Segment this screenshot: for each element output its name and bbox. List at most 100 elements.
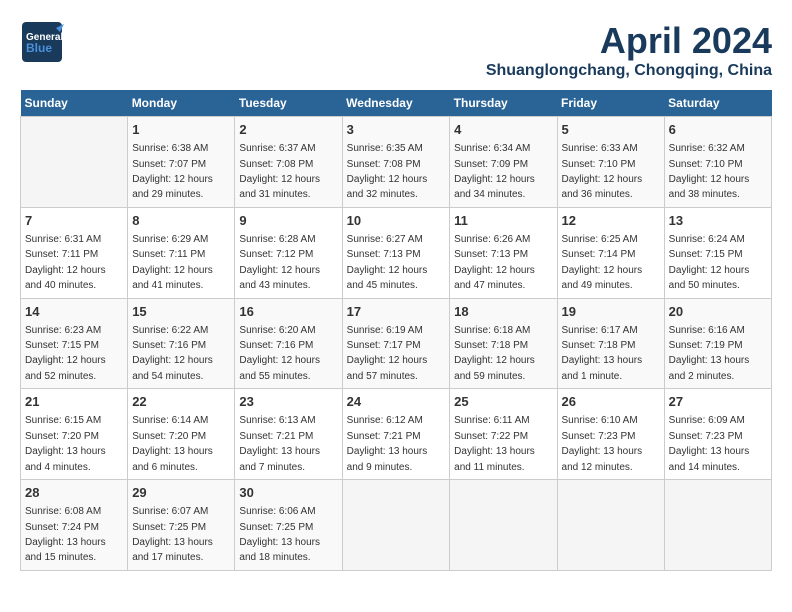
calendar-week-row: 14 Sunrise: 6:23 AMSunset: 7:15 PMDaylig… bbox=[21, 298, 772, 389]
calendar-cell: 25 Sunrise: 6:11 AMSunset: 7:22 PMDaylig… bbox=[450, 389, 557, 480]
calendar-cell: 4 Sunrise: 6:34 AMSunset: 7:09 PMDayligh… bbox=[450, 117, 557, 208]
day-number: 5 bbox=[562, 121, 660, 139]
header-monday: Monday bbox=[128, 90, 235, 117]
day-info: Sunrise: 6:07 AMSunset: 7:25 PMDaylight:… bbox=[132, 506, 213, 563]
day-number: 25 bbox=[454, 393, 552, 411]
calendar-cell: 23 Sunrise: 6:13 AMSunset: 7:21 PMDaylig… bbox=[235, 389, 342, 480]
day-number: 17 bbox=[347, 303, 446, 321]
day-info: Sunrise: 6:16 AMSunset: 7:19 PMDaylight:… bbox=[669, 325, 750, 382]
day-number: 7 bbox=[25, 212, 123, 230]
day-number: 11 bbox=[454, 212, 552, 230]
calendar-week-row: 28 Sunrise: 6:08 AMSunset: 7:24 PMDaylig… bbox=[21, 480, 772, 571]
day-info: Sunrise: 6:35 AMSunset: 7:08 PMDaylight:… bbox=[347, 143, 428, 200]
day-number: 2 bbox=[239, 121, 337, 139]
day-info: Sunrise: 6:15 AMSunset: 7:20 PMDaylight:… bbox=[25, 415, 106, 472]
page-header: General Blue April 2024 Shuanglongchang,… bbox=[20, 20, 772, 80]
day-number: 24 bbox=[347, 393, 446, 411]
day-number: 26 bbox=[562, 393, 660, 411]
day-info: Sunrise: 6:19 AMSunset: 7:17 PMDaylight:… bbox=[347, 325, 428, 382]
day-number: 1 bbox=[132, 121, 230, 139]
day-info: Sunrise: 6:08 AMSunset: 7:24 PMDaylight:… bbox=[25, 506, 106, 563]
calendar-cell: 2 Sunrise: 6:37 AMSunset: 7:08 PMDayligh… bbox=[235, 117, 342, 208]
calendar-cell: 12 Sunrise: 6:25 AMSunset: 7:14 PMDaylig… bbox=[557, 207, 664, 298]
calendar-cell: 29 Sunrise: 6:07 AMSunset: 7:25 PMDaylig… bbox=[128, 480, 235, 571]
day-info: Sunrise: 6:23 AMSunset: 7:15 PMDaylight:… bbox=[25, 325, 106, 382]
calendar-cell: 18 Sunrise: 6:18 AMSunset: 7:18 PMDaylig… bbox=[450, 298, 557, 389]
day-number: 4 bbox=[454, 121, 552, 139]
day-number: 15 bbox=[132, 303, 230, 321]
calendar-cell bbox=[21, 117, 128, 208]
day-number: 12 bbox=[562, 212, 660, 230]
calendar-cell: 30 Sunrise: 6:06 AMSunset: 7:25 PMDaylig… bbox=[235, 480, 342, 571]
calendar-cell: 9 Sunrise: 6:28 AMSunset: 7:12 PMDayligh… bbox=[235, 207, 342, 298]
calendar-header-row: Sunday Monday Tuesday Wednesday Thursday… bbox=[21, 90, 772, 117]
calendar-cell: 11 Sunrise: 6:26 AMSunset: 7:13 PMDaylig… bbox=[450, 207, 557, 298]
day-info: Sunrise: 6:37 AMSunset: 7:08 PMDaylight:… bbox=[239, 143, 320, 200]
calendar-cell bbox=[450, 480, 557, 571]
day-number: 23 bbox=[239, 393, 337, 411]
location-title: Shuanglongchang, Chongqing, China bbox=[486, 62, 772, 80]
calendar-cell bbox=[557, 480, 664, 571]
header-sunday: Sunday bbox=[21, 90, 128, 117]
logo: General Blue bbox=[20, 20, 64, 64]
calendar-cell: 26 Sunrise: 6:10 AMSunset: 7:23 PMDaylig… bbox=[557, 389, 664, 480]
day-info: Sunrise: 6:17 AMSunset: 7:18 PMDaylight:… bbox=[562, 325, 643, 382]
day-info: Sunrise: 6:13 AMSunset: 7:21 PMDaylight:… bbox=[239, 415, 320, 472]
day-number: 27 bbox=[669, 393, 767, 411]
calendar-cell: 1 Sunrise: 6:38 AMSunset: 7:07 PMDayligh… bbox=[128, 117, 235, 208]
header-thursday: Thursday bbox=[450, 90, 557, 117]
day-info: Sunrise: 6:24 AMSunset: 7:15 PMDaylight:… bbox=[669, 234, 750, 291]
day-number: 28 bbox=[25, 484, 123, 502]
day-info: Sunrise: 6:12 AMSunset: 7:21 PMDaylight:… bbox=[347, 415, 428, 472]
day-number: 16 bbox=[239, 303, 337, 321]
day-info: Sunrise: 6:20 AMSunset: 7:16 PMDaylight:… bbox=[239, 325, 320, 382]
day-info: Sunrise: 6:26 AMSunset: 7:13 PMDaylight:… bbox=[454, 234, 535, 291]
title-block: April 2024 Shuanglongchang, Chongqing, C… bbox=[486, 20, 772, 80]
day-info: Sunrise: 6:22 AMSunset: 7:16 PMDaylight:… bbox=[132, 325, 213, 382]
day-number: 9 bbox=[239, 212, 337, 230]
day-info: Sunrise: 6:38 AMSunset: 7:07 PMDaylight:… bbox=[132, 143, 213, 200]
day-number: 3 bbox=[347, 121, 446, 139]
day-number: 6 bbox=[669, 121, 767, 139]
calendar-cell: 8 Sunrise: 6:29 AMSunset: 7:11 PMDayligh… bbox=[128, 207, 235, 298]
calendar-cell: 6 Sunrise: 6:32 AMSunset: 7:10 PMDayligh… bbox=[664, 117, 771, 208]
calendar-cell: 20 Sunrise: 6:16 AMSunset: 7:19 PMDaylig… bbox=[664, 298, 771, 389]
day-number: 29 bbox=[132, 484, 230, 502]
header-wednesday: Wednesday bbox=[342, 90, 450, 117]
calendar-week-row: 21 Sunrise: 6:15 AMSunset: 7:20 PMDaylig… bbox=[21, 389, 772, 480]
calendar-cell: 3 Sunrise: 6:35 AMSunset: 7:08 PMDayligh… bbox=[342, 117, 450, 208]
day-number: 22 bbox=[132, 393, 230, 411]
day-info: Sunrise: 6:31 AMSunset: 7:11 PMDaylight:… bbox=[25, 234, 106, 291]
day-number: 20 bbox=[669, 303, 767, 321]
calendar-cell: 15 Sunrise: 6:22 AMSunset: 7:16 PMDaylig… bbox=[128, 298, 235, 389]
header-saturday: Saturday bbox=[664, 90, 771, 117]
day-number: 13 bbox=[669, 212, 767, 230]
day-number: 10 bbox=[347, 212, 446, 230]
calendar-cell: 27 Sunrise: 6:09 AMSunset: 7:23 PMDaylig… bbox=[664, 389, 771, 480]
calendar-cell: 14 Sunrise: 6:23 AMSunset: 7:15 PMDaylig… bbox=[21, 298, 128, 389]
day-info: Sunrise: 6:29 AMSunset: 7:11 PMDaylight:… bbox=[132, 234, 213, 291]
month-title: April 2024 bbox=[486, 20, 772, 62]
day-info: Sunrise: 6:27 AMSunset: 7:13 PMDaylight:… bbox=[347, 234, 428, 291]
day-info: Sunrise: 6:34 AMSunset: 7:09 PMDaylight:… bbox=[454, 143, 535, 200]
calendar-week-row: 1 Sunrise: 6:38 AMSunset: 7:07 PMDayligh… bbox=[21, 117, 772, 208]
day-info: Sunrise: 6:28 AMSunset: 7:12 PMDaylight:… bbox=[239, 234, 320, 291]
calendar-cell: 22 Sunrise: 6:14 AMSunset: 7:20 PMDaylig… bbox=[128, 389, 235, 480]
day-info: Sunrise: 6:09 AMSunset: 7:23 PMDaylight:… bbox=[669, 415, 750, 472]
calendar-cell bbox=[664, 480, 771, 571]
day-number: 18 bbox=[454, 303, 552, 321]
calendar-table: Sunday Monday Tuesday Wednesday Thursday… bbox=[20, 90, 772, 571]
logo-icon: General Blue bbox=[20, 20, 64, 64]
day-number: 30 bbox=[239, 484, 337, 502]
header-friday: Friday bbox=[557, 90, 664, 117]
calendar-cell: 19 Sunrise: 6:17 AMSunset: 7:18 PMDaylig… bbox=[557, 298, 664, 389]
day-number: 19 bbox=[562, 303, 660, 321]
calendar-cell: 28 Sunrise: 6:08 AMSunset: 7:24 PMDaylig… bbox=[21, 480, 128, 571]
calendar-cell: 17 Sunrise: 6:19 AMSunset: 7:17 PMDaylig… bbox=[342, 298, 450, 389]
day-info: Sunrise: 6:11 AMSunset: 7:22 PMDaylight:… bbox=[454, 415, 535, 472]
day-info: Sunrise: 6:06 AMSunset: 7:25 PMDaylight:… bbox=[239, 506, 320, 563]
calendar-cell: 16 Sunrise: 6:20 AMSunset: 7:16 PMDaylig… bbox=[235, 298, 342, 389]
svg-text:Blue: Blue bbox=[26, 41, 52, 55]
day-info: Sunrise: 6:32 AMSunset: 7:10 PMDaylight:… bbox=[669, 143, 750, 200]
day-info: Sunrise: 6:25 AMSunset: 7:14 PMDaylight:… bbox=[562, 234, 643, 291]
